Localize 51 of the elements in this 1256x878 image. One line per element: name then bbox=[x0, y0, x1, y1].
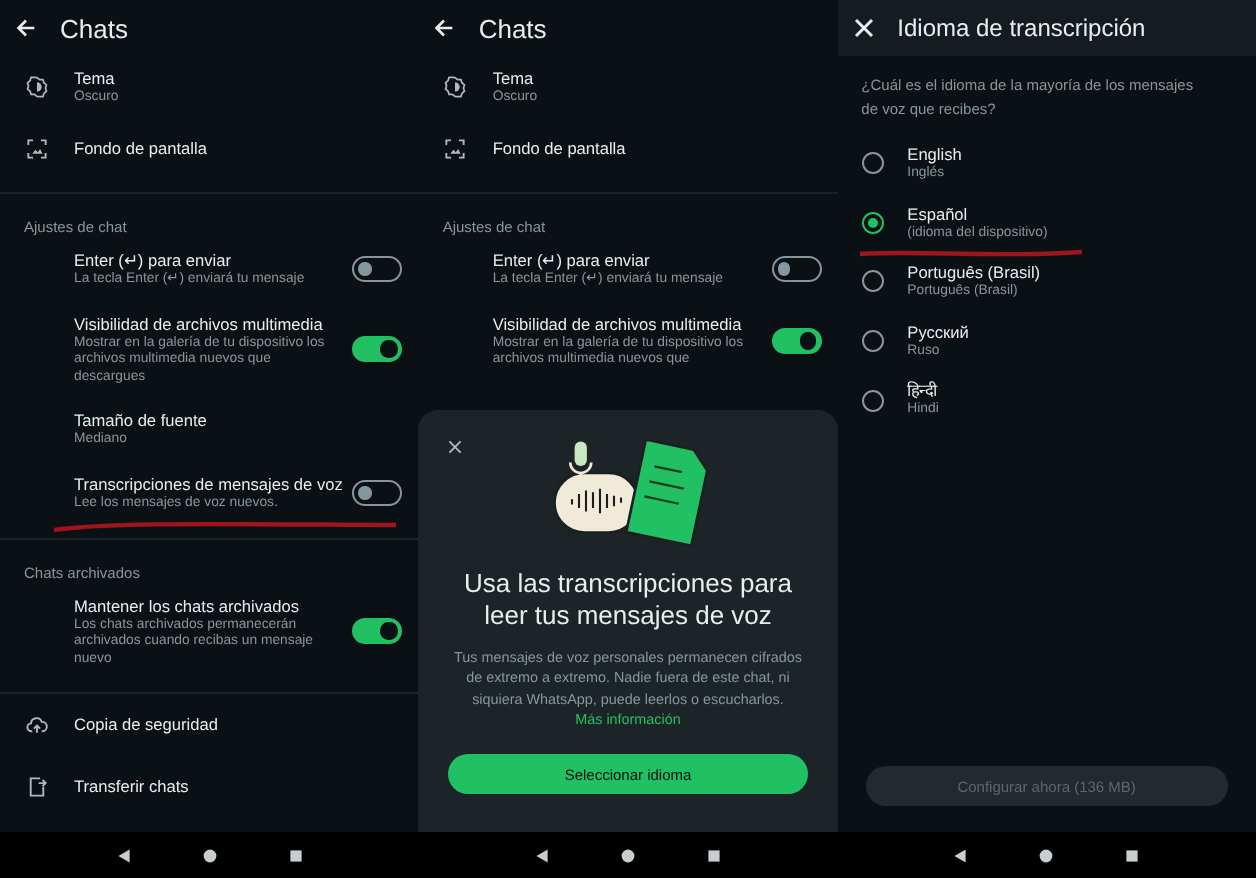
toggle-switch[interactable] bbox=[352, 618, 403, 645]
recents-icon[interactable] bbox=[706, 847, 723, 863]
back-icon[interactable] bbox=[952, 847, 969, 863]
home-icon[interactable] bbox=[619, 847, 636, 863]
back-arrow-icon[interactable] bbox=[16, 18, 36, 38]
screen-title: Idioma de transcripción bbox=[897, 14, 1146, 42]
setting-title[interactable]: Mantener los chats archivados bbox=[74, 595, 341, 618]
home-icon[interactable] bbox=[201, 847, 218, 863]
home-icon[interactable] bbox=[1038, 847, 1055, 863]
toggle-switch[interactable] bbox=[771, 328, 822, 355]
setting-title[interactable]: Copia de seguridad bbox=[74, 714, 403, 737]
close-icon[interactable] bbox=[448, 440, 463, 454]
recents-icon[interactable] bbox=[1124, 847, 1141, 863]
cloud-upload-icon bbox=[26, 714, 48, 737]
setting-title[interactable]: Transcripciones de mensajes de voz bbox=[74, 473, 341, 496]
setting-title[interactable]: Tema bbox=[492, 67, 822, 90]
sheet-title: Usa las transcripciones para leer tus mensajes de voz bbox=[461, 568, 794, 632]
screen-title: Chats bbox=[60, 13, 128, 43]
setting-title[interactable]: Visibilidad de archivos multimedia bbox=[74, 313, 341, 336]
back-arrow-icon[interactable] bbox=[434, 18, 455, 38]
language-name[interactable]: हिन्दी bbox=[907, 380, 1256, 403]
screen-title: Chats bbox=[478, 13, 547, 43]
radio-button[interactable] bbox=[861, 389, 884, 412]
toggle-switch[interactable] bbox=[352, 336, 403, 363]
theme-icon bbox=[444, 76, 467, 98]
toggle-switch[interactable] bbox=[352, 480, 403, 507]
theme-icon bbox=[26, 76, 48, 98]
radio-button[interactable] bbox=[861, 330, 884, 353]
setting-title[interactable]: Enter (↵) para enviar bbox=[492, 250, 760, 272]
setting-title[interactable]: Enter (↵) para enviar bbox=[74, 250, 341, 272]
setting-title[interactable]: Fondo de pantalla bbox=[74, 138, 403, 160]
setting-title[interactable]: Fondo de pantalla bbox=[492, 138, 822, 160]
setting-title[interactable]: Tema bbox=[74, 67, 403, 90]
setting-title[interactable]: Transferir chats bbox=[74, 776, 403, 799]
radio-button[interactable] bbox=[861, 152, 884, 175]
setting-title[interactable]: Tamaño de fuente bbox=[74, 410, 403, 433]
toggle-switch[interactable] bbox=[352, 256, 403, 283]
wallpaper-icon bbox=[26, 138, 48, 160]
language-name[interactable]: Español bbox=[907, 203, 1256, 226]
language-name[interactable]: Português (Brasil) bbox=[907, 262, 1256, 285]
phone-transfer-icon bbox=[26, 776, 48, 799]
language-name[interactable]: Русский bbox=[907, 321, 1256, 344]
back-icon[interactable] bbox=[115, 847, 132, 863]
radio-button[interactable] bbox=[861, 270, 884, 293]
recents-icon[interactable] bbox=[287, 847, 304, 863]
setting-title[interactable]: Visibilidad de archivos multimedia bbox=[492, 313, 760, 336]
toggle-switch[interactable] bbox=[771, 256, 822, 283]
wallpaper-icon bbox=[444, 138, 467, 160]
radio-button[interactable] bbox=[861, 211, 884, 234]
language-name[interactable]: English bbox=[907, 144, 1256, 166]
back-icon[interactable] bbox=[533, 847, 550, 863]
